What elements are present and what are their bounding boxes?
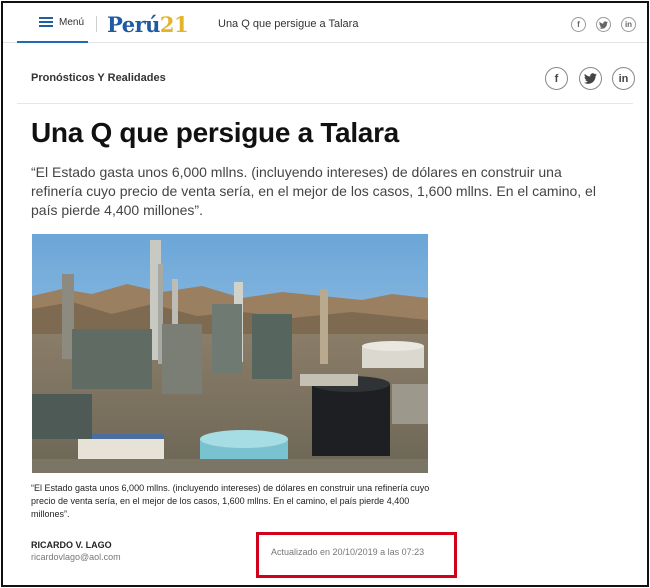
linkedin-icon[interactable]: in bbox=[621, 17, 636, 32]
twitter-icon[interactable] bbox=[596, 17, 611, 32]
article-lead: “El Estado gasta unos 6,000 mllns. (incl… bbox=[31, 164, 596, 218]
nav-divider bbox=[96, 16, 97, 32]
photo-caption: “El Estado gasta unos 6,000 mllns. (incl… bbox=[31, 483, 430, 519]
section-divider bbox=[17, 103, 633, 104]
highlight-box bbox=[256, 532, 457, 578]
hamburger-icon bbox=[39, 17, 53, 27]
refinery-photo bbox=[32, 234, 428, 473]
author-email[interactable]: ricardovlago@aol.com bbox=[31, 552, 121, 562]
author-name[interactable]: RICARDO V. LAGO bbox=[31, 540, 112, 550]
section-label[interactable]: Pronósticos Y Realidades bbox=[31, 72, 166, 84]
top-article-title: Una Q que persigue a Talara bbox=[218, 18, 359, 30]
facebook-share-icon[interactable]: f bbox=[545, 67, 568, 90]
menu-button[interactable]: Menú bbox=[17, 3, 88, 43]
site-logo[interactable]: Perú21 bbox=[107, 12, 189, 37]
article-headline: Una Q que persigue a Talara bbox=[31, 117, 399, 148]
linkedin-share-icon[interactable]: in bbox=[612, 67, 635, 90]
facebook-icon[interactable]: f bbox=[571, 17, 586, 32]
menu-label: Menú bbox=[59, 16, 85, 28]
twitter-share-icon[interactable] bbox=[579, 67, 602, 90]
page-frame: Menú Perú21 Una Q que persigue a Talara … bbox=[1, 1, 649, 587]
top-nav-bar: Menú Perú21 Una Q que persigue a Talara … bbox=[3, 3, 647, 43]
